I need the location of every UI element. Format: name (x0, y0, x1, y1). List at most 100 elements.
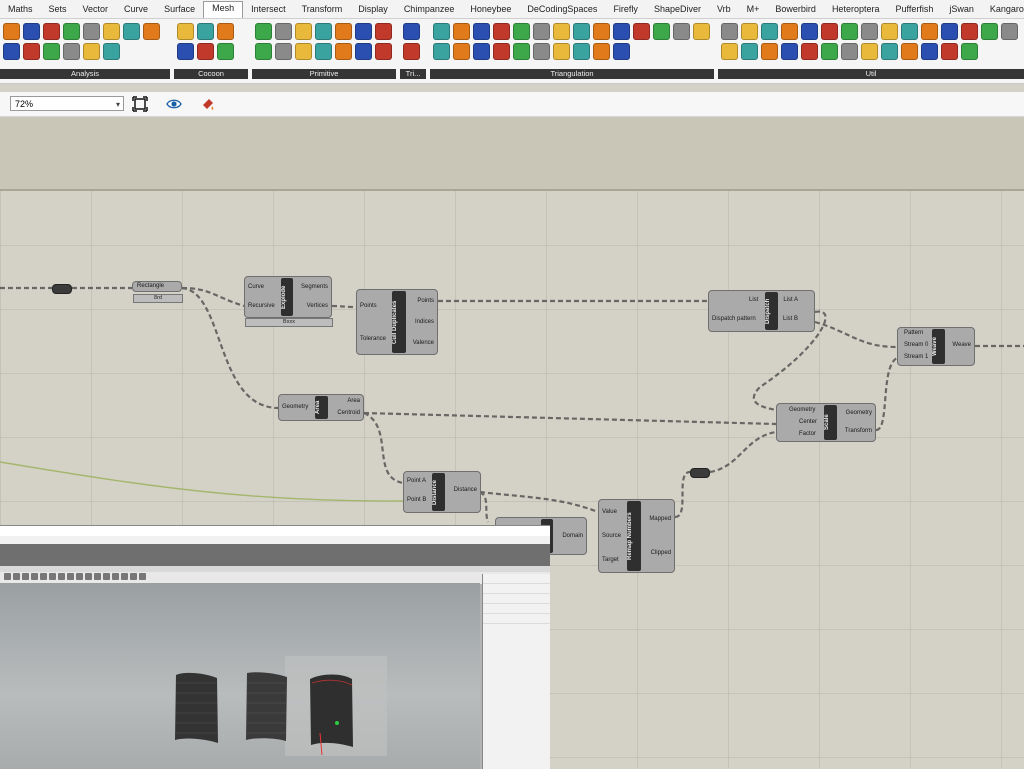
ribbon-tool-icon[interactable] (553, 43, 570, 60)
ribbon-tool-icon[interactable] (315, 23, 332, 40)
ribbon-tool-icon[interactable] (761, 43, 778, 60)
tab-shapediver[interactable]: ShapeDiver (646, 3, 709, 18)
relay-node[interactable] (690, 468, 710, 478)
ribbon-tool-icon[interactable] (23, 43, 40, 60)
ribbon-tool-icon[interactable] (781, 43, 798, 60)
ribbon-tool-icon[interactable] (177, 23, 194, 40)
tab-jswan[interactable]: jSwan (941, 3, 982, 18)
ribbon-tool-icon[interactable] (335, 43, 352, 60)
ribbon-tool-icon[interactable] (721, 43, 738, 60)
tab-curve[interactable]: Curve (116, 3, 156, 18)
rhino-perspective-viewport[interactable] (0, 583, 480, 769)
ribbon-tool-icon[interactable] (473, 23, 490, 40)
ribbon-tool-icon[interactable] (841, 23, 858, 40)
ribbon-tool-icon[interactable] (103, 43, 120, 60)
tab-heteroptera[interactable]: Heteroptera (824, 3, 888, 18)
tab-intersect[interactable]: Intersect (243, 3, 294, 18)
tab-m-[interactable]: M+ (739, 3, 768, 18)
ribbon-tool-icon[interactable] (295, 23, 312, 40)
ribbon-tool-icon[interactable] (123, 23, 140, 40)
ribbon-tool-icon[interactable] (3, 43, 20, 60)
tab-chimpanzee[interactable]: Chimpanzee (396, 3, 463, 18)
ribbon-tool-icon[interactable] (613, 23, 630, 40)
ribbon-tool-icon[interactable] (43, 23, 60, 40)
ribbon-tool-icon[interactable] (721, 23, 738, 40)
tab-vrb[interactable]: Vrb (709, 3, 739, 18)
ribbon-tool-icon[interactable] (801, 43, 818, 60)
ribbon-tool-icon[interactable] (43, 43, 60, 60)
component-scale[interactable]: Geometry Center Factor Scale Geometry Tr… (776, 403, 876, 442)
ribbon-tool-icon[interactable] (941, 23, 958, 40)
ribbon-tool-icon[interactable] (901, 23, 918, 40)
ribbon-tool-icon[interactable] (593, 23, 610, 40)
component-dispatch[interactable]: List Dispatch pattern Dispatch List A Li… (708, 290, 815, 332)
tab-bowerbird[interactable]: Bowerbird (767, 3, 824, 18)
ribbon-tool-icon[interactable] (533, 43, 550, 60)
ribbon-tool-icon[interactable] (143, 23, 160, 40)
ribbon-tool-icon[interactable] (741, 43, 758, 60)
ribbon-tool-icon[interactable] (315, 43, 332, 60)
ribbon-tool-icon[interactable] (593, 43, 610, 60)
ribbon-tool-icon[interactable] (921, 23, 938, 40)
relay-node[interactable] (52, 284, 72, 294)
ribbon-tool-icon[interactable] (741, 23, 758, 40)
zoom-extents-icon[interactable] (132, 96, 148, 112)
ribbon-tool-icon[interactable] (901, 43, 918, 60)
ribbon-tool-icon[interactable] (513, 43, 530, 60)
ribbon-tool-icon[interactable] (861, 43, 878, 60)
tab-honeybee[interactable]: Honeybee (462, 3, 519, 18)
ribbon-tool-icon[interactable] (921, 43, 938, 60)
ribbon-tool-icon[interactable] (613, 43, 630, 60)
tab-display[interactable]: Display (350, 3, 396, 18)
ribbon-tool-icon[interactable] (533, 23, 550, 40)
component-cull-duplicates[interactable]: Points Tolerance Cull Duplicates Points … (356, 289, 438, 355)
tab-sets[interactable]: Sets (41, 3, 75, 18)
ribbon-tool-icon[interactable] (573, 23, 590, 40)
paint-bucket-icon[interactable] (200, 96, 216, 112)
ribbon-tool-icon[interactable] (841, 43, 858, 60)
tab-transform[interactable]: Transform (294, 3, 351, 18)
ribbon-tool-icon[interactable] (781, 23, 798, 40)
ribbon-tool-icon[interactable] (761, 23, 778, 40)
tab-maths[interactable]: Maths (0, 3, 41, 18)
ribbon-tool-icon[interactable] (375, 23, 392, 40)
preview-eye-icon[interactable] (166, 96, 182, 112)
ribbon-tool-icon[interactable] (355, 43, 372, 60)
ribbon-tool-icon[interactable] (403, 43, 420, 60)
ribbon-tool-icon[interactable] (821, 43, 838, 60)
ribbon-tool-icon[interactable] (355, 23, 372, 40)
ribbon-tool-icon[interactable] (801, 23, 818, 40)
tab-decodingspaces[interactable]: DeCodingSpaces (519, 3, 605, 18)
ribbon-tool-icon[interactable] (673, 23, 690, 40)
ribbon-tool-icon[interactable] (177, 43, 194, 60)
ribbon-tool-icon[interactable] (961, 23, 978, 40)
ribbon-tool-icon[interactable] (255, 43, 272, 60)
tab-firefly[interactable]: Firefly (605, 3, 646, 18)
ribbon-tool-icon[interactable] (197, 43, 214, 60)
ribbon-tool-icon[interactable] (941, 43, 958, 60)
ribbon-tool-icon[interactable] (197, 23, 214, 40)
tab-mesh[interactable]: Mesh (203, 1, 244, 18)
ribbon-tool-icon[interactable] (493, 43, 510, 60)
ribbon-tool-icon[interactable] (275, 43, 292, 60)
ribbon-tool-icon[interactable] (3, 23, 20, 40)
ribbon-tool-icon[interactable] (821, 23, 838, 40)
ribbon-tool-icon[interactable] (103, 23, 120, 40)
ribbon-tool-icon[interactable] (23, 23, 40, 40)
ribbon-tool-icon[interactable] (295, 43, 312, 60)
component-distance[interactable]: Point A Point B Distance Distance (403, 471, 481, 513)
ribbon-tool-icon[interactable] (1001, 23, 1018, 40)
tab-kangaroo2[interactable]: Kangaroo2 (982, 3, 1024, 18)
component-explode[interactable]: Curve Recursive Explode Segments Vertice… (244, 276, 332, 318)
component-remap-numbers[interactable]: Value Source Target Remap Numbers Mapped… (598, 499, 675, 573)
ribbon-tool-icon[interactable] (961, 43, 978, 60)
ribbon-tool-icon[interactable] (83, 43, 100, 60)
ribbon-tool-icon[interactable] (861, 23, 878, 40)
ribbon-tool-icon[interactable] (255, 23, 272, 40)
ribbon-tool-icon[interactable] (513, 23, 530, 40)
component-area[interactable]: Geometry Area Area Centroid (278, 394, 364, 421)
ribbon-tool-icon[interactable] (981, 23, 998, 40)
ribbon-tool-icon[interactable] (453, 23, 470, 40)
ribbon-tool-icon[interactable] (83, 23, 100, 40)
ribbon-tool-icon[interactable] (375, 43, 392, 60)
